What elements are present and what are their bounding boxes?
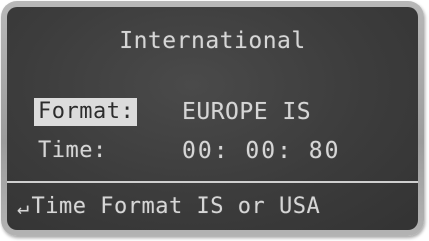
- format-field-label-selected[interactable]: Format:: [34, 98, 138, 126]
- enter-arrow-icon: ↵: [17, 195, 30, 219]
- divider: [7, 181, 418, 183]
- device-bezel: International Format: EUROPE IS Time: 00…: [1, 1, 424, 236]
- format-value[interactable]: EUROPE IS: [182, 98, 311, 126]
- screen-title: International: [119, 28, 306, 54]
- hint-bar: ↵ Time Format IS or USA: [17, 193, 320, 221]
- hint-text: Time Format IS or USA: [31, 194, 321, 219]
- lcd-screen: International Format: EUROPE IS Time: 00…: [7, 7, 418, 230]
- time-field-label[interactable]: Time:: [38, 137, 107, 165]
- time-value[interactable]: 00: 00: 80: [182, 137, 340, 165]
